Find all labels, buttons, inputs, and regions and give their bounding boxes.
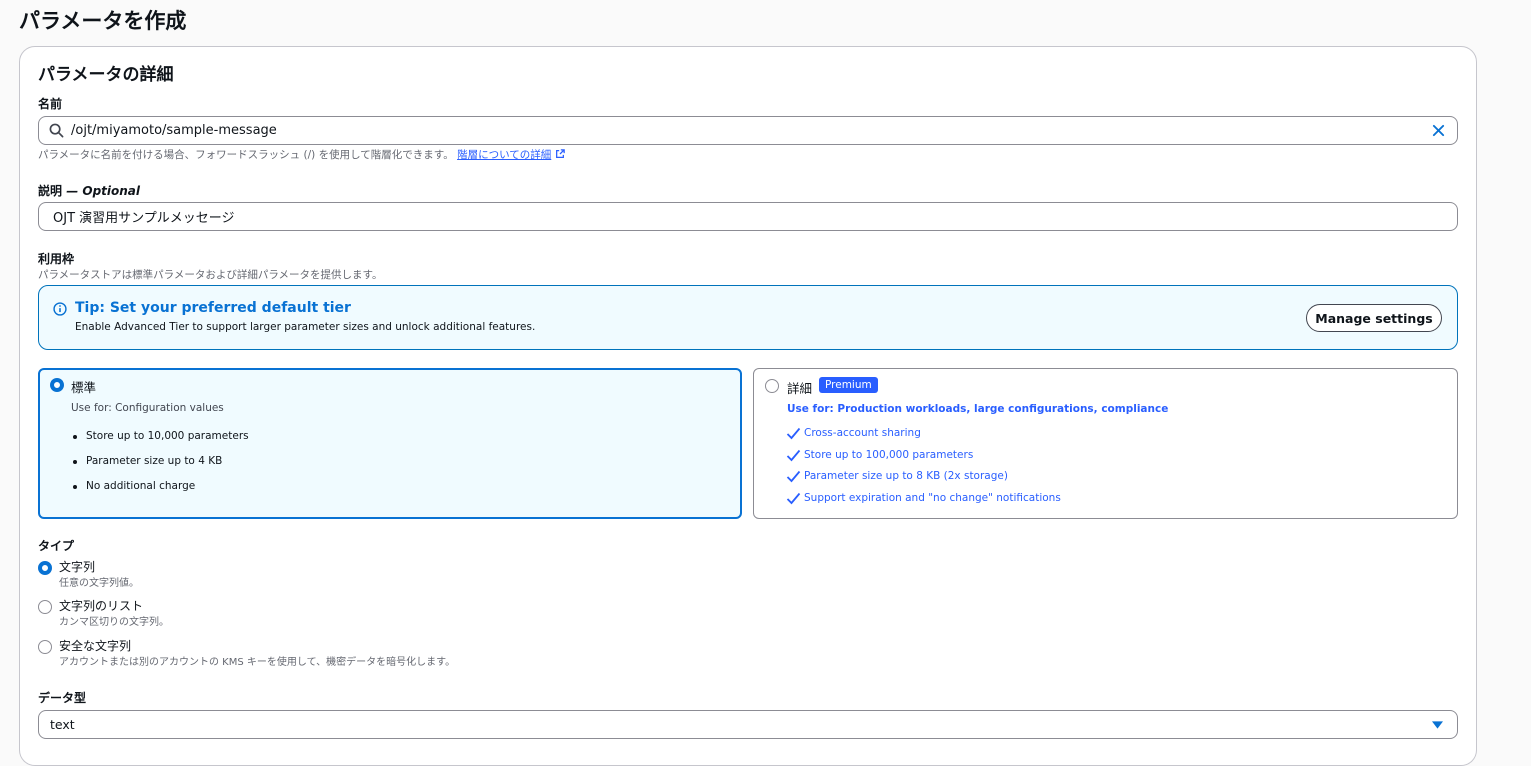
description-label-text: 説明 [38,184,63,198]
tier-advanced-radio[interactable] [765,379,779,393]
feature-text: Cross-account sharing [804,427,921,439]
external-link-icon [555,149,565,162]
search-icon [49,123,64,138]
tier-standard-title: 標準 [71,380,97,395]
data-type-select[interactable]: text [38,710,1458,739]
type-string-label: 文字列 [59,560,96,574]
page-title: パラメータを作成 [19,9,187,33]
hierarchy-link[interactable]: 階層についての詳細 [457,149,551,161]
feature-text: Support expiration and "no change" notif… [804,491,1061,504]
parameter-details-panel: パラメータの詳細 名前 /ojt/miyamoto/sample-message… [19,46,1477,766]
tier-standard-features: Store up to 10,000 parameters Parameter … [71,430,249,505]
name-hint-text: パラメータに名前を付ける場合、フォワードスラッシュ (/) を使用して階層化でき… [38,149,454,161]
data-type-label: データ型 [38,691,87,705]
tip-banner: Tip: Set your preferred default tier Ena… [38,285,1458,350]
tier-hint: パラメータストアは標準パラメータおよび詳細パラメータを提供します。 [38,269,383,281]
type-secure-string-label: 安全な文字列 [59,639,132,653]
tip-title: Tip: Set your preferred default tier [75,300,351,316]
feature-text: Parameter size up to 8 KB (2x storage) [804,470,1008,482]
name-label: 名前 [38,97,63,111]
info-icon [53,301,67,320]
list-item: Support expiration and "no change" notif… [786,492,1061,514]
name-input[interactable]: /ojt/miyamoto/sample-message [38,116,1458,145]
type-string-list-desc: カンマ区切りの文字列。 [59,617,169,628]
premium-badge: Premium [819,377,878,393]
type-secure-string-radio[interactable] [38,640,52,654]
clear-icon[interactable] [1432,124,1445,137]
tier-standard-radio[interactable] [50,378,64,392]
tier-advanced-title: 詳細 [787,381,813,396]
description-value: OJT 演習用サンプルメッセージ [53,211,235,226]
name-value: /ojt/miyamoto/sample-message [71,123,277,138]
list-item: Parameter size up to 4 KB [71,455,249,480]
tier-standard-use-for: Use for: Configuration values [71,402,224,414]
manage-settings-button[interactable]: Manage settings [1306,304,1442,332]
name-hint: パラメータに名前を付ける場合、フォワードスラッシュ (/) を使用して階層化でき… [38,147,565,162]
data-type-value: text [50,717,75,732]
type-string-list-label: 文字列のリスト [59,599,144,613]
list-item: Store up to 10,000 parameters [71,430,249,455]
check-icon [786,470,801,483]
description-input[interactable]: OJT 演習用サンプルメッセージ [38,202,1458,231]
type-string-list-radio[interactable] [38,600,52,614]
check-icon [786,449,801,461]
list-item: Parameter size up to 8 KB (2x storage) [786,470,1061,492]
tier-card-advanced[interactable]: 詳細 Premium Use for: Production workloads… [753,368,1458,519]
description-label: 説明 — Optional [38,182,140,199]
list-item: Cross-account sharing [786,427,1061,449]
hierarchy-link-label: 階層についての詳細 [457,149,552,161]
list-item: No additional charge [71,480,249,505]
check-icon [786,492,801,504]
type-string-desc: 任意の文字列値。 [59,578,139,589]
feature-text: Store up to 100,000 parameters [804,448,974,461]
tip-text: Enable Advanced Tier to support larger p… [75,321,536,333]
type-secure-string-desc: アカウントまたは別のアカウントの KMS キーを使用して、機密データを暗号化しま… [59,657,456,668]
section-title: パラメータの詳細 [38,65,174,85]
check-icon [786,427,801,440]
optional-tag: — Optional [66,184,141,198]
caret-down-icon [1432,720,1443,729]
type-string-radio[interactable] [38,561,52,575]
type-label: タイプ [38,539,75,553]
tier-advanced-use-for: Use for: Production workloads, large con… [787,403,1169,415]
tier-card-standard[interactable]: 標準 Use for: Configuration values Store u… [38,368,742,519]
tier-label: 利用枠 [38,252,75,266]
list-item: Store up to 100,000 parameters [786,449,1061,471]
tier-advanced-features: Cross-account sharing Store up to 100,00… [786,427,1061,513]
